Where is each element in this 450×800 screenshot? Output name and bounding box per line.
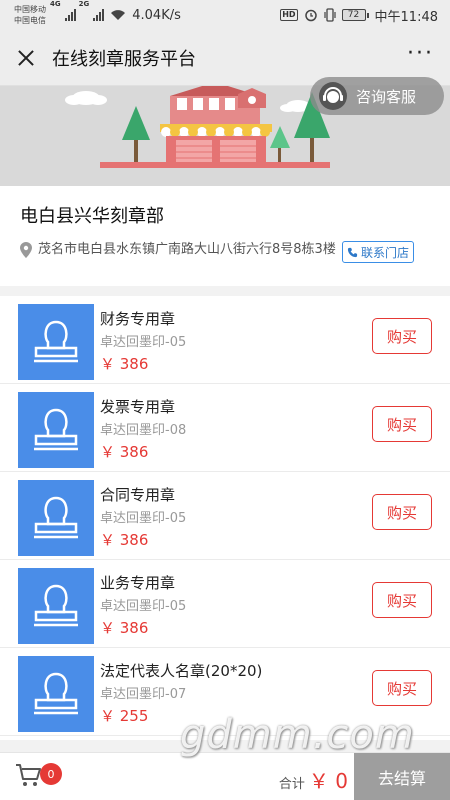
product-list: 财务专用章 卓达回墨印-05 ￥ 386 购买 发票专用章 卓达回墨印-08 ￥… <box>0 296 450 740</box>
stamp-icon <box>34 408 78 451</box>
stamp-icon <box>34 584 78 627</box>
phone-icon <box>347 247 358 257</box>
product-model: 卓达回墨印-08 <box>100 423 187 438</box>
network-speed: 4.04K/s <box>132 7 181 23</box>
hd-icon: HD <box>280 9 298 21</box>
product-item[interactable]: 业务专用章 卓达回墨印-05 ￥ 386 购买 <box>0 560 450 648</box>
product-name: 业务专用章 <box>100 574 176 592</box>
product-thumbnail[interactable] <box>18 480 94 556</box>
product-thumbnail[interactable] <box>18 392 94 468</box>
buy-button[interactable]: 购买 <box>372 406 432 442</box>
product-item[interactable]: 财务专用章 卓达回墨印-05 ￥ 386 购买 <box>0 296 450 384</box>
contact-store-button[interactable]: 联系门店 <box>342 241 415 263</box>
shop-info: 电白县兴华刻章部 茂名市电白县水东镇广南路大山八街六行8号8栋3楼 联系门店 <box>0 186 450 286</box>
vibrate-icon <box>323 8 336 22</box>
carrier-1: 中国移动 <box>14 5 46 14</box>
status-bar: 中国移动 中国电信 4G 2G 4.04K/s HD 72 中午11:48 <box>0 0 450 30</box>
product-name: 合同专用章 <box>100 486 176 504</box>
product-model: 卓达回墨印-05 <box>100 511 187 526</box>
headset-icon <box>319 82 347 110</box>
product-thumbnail[interactable] <box>18 568 94 644</box>
product-model: 卓达回墨印-05 <box>100 335 187 350</box>
buy-button[interactable]: 购买 <box>372 494 432 530</box>
product-model: 卓达回墨印-05 <box>100 599 187 614</box>
product-thumbnail[interactable] <box>18 304 94 380</box>
carrier-2: 中国电信 <box>14 16 46 25</box>
shop-name: 电白县兴华刻章部 <box>20 206 164 227</box>
shop-address: 茂名市电白县水东镇广南路大山八街六行8号8栋3楼 <box>38 242 336 257</box>
cart-icon <box>16 764 41 786</box>
buy-button[interactable]: 购买 <box>372 670 432 706</box>
cart-count-badge: 0 <box>40 763 62 785</box>
more-icon[interactable]: ··· <box>407 42 434 73</box>
product-name: 发票专用章 <box>100 398 176 416</box>
contact-store-label: 联系门店 <box>361 245 410 260</box>
product-price: ￥ 386 <box>100 531 149 549</box>
location-pin-icon <box>20 242 32 258</box>
checkout-button[interactable]: 去结算 <box>354 753 450 800</box>
product-price: ￥ 386 <box>100 443 149 461</box>
buy-button[interactable]: 购买 <box>372 318 432 354</box>
close-icon[interactable] <box>16 48 36 68</box>
total-value: ￥ 0 <box>308 769 348 793</box>
product-thumbnail[interactable] <box>18 656 94 732</box>
product-item[interactable]: 合同专用章 卓达回墨印-05 ￥ 386 购买 <box>0 472 450 560</box>
buy-button[interactable]: 购买 <box>372 582 432 618</box>
watermark: gdmm.com <box>180 712 415 758</box>
alarm-icon <box>304 9 317 22</box>
total-label: 合计 <box>278 777 305 792</box>
network-type-2: 2G <box>78 0 90 8</box>
product-price: ￥ 255 <box>100 707 149 725</box>
product-name: 法定代表人名章(20*20) <box>100 662 263 680</box>
product-model: 卓达回墨印-07 <box>100 687 187 702</box>
product-price: ￥ 386 <box>100 619 149 637</box>
consult-service-button[interactable]: 咨询客服 <box>310 77 444 115</box>
stamp-icon <box>34 320 78 363</box>
page-title: 在线刻章服务平台 <box>52 48 196 70</box>
network-type-1: 4G <box>50 0 61 8</box>
product-name: 财务专用章 <box>100 310 176 328</box>
battery-level: 72 <box>341 9 366 21</box>
cart-total: 合计 ￥ 0 <box>279 765 348 794</box>
product-item[interactable]: 发票专用章 卓达回墨印-08 ￥ 386 购买 <box>0 384 450 472</box>
checkout-bar: 0 合计 ￥ 0 去结算 <box>0 752 450 800</box>
carrier-labels: 中国移动 中国电信 <box>14 4 46 26</box>
stamp-icon <box>34 672 78 715</box>
consult-service-label: 咨询客服 <box>356 87 417 106</box>
battery-icon: 72 <box>341 9 369 21</box>
stamp-icon <box>34 496 78 539</box>
product-price: ￥ 386 <box>100 355 149 373</box>
wifi-icon <box>111 10 126 20</box>
address-row: 茂名市电白县水东镇广南路大山八街六行8号8栋3楼 联系门店 <box>20 240 430 263</box>
clock: 中午11:48 <box>374 9 438 25</box>
signal-icon <box>64 9 76 21</box>
signal-icon-2 <box>93 9 105 21</box>
